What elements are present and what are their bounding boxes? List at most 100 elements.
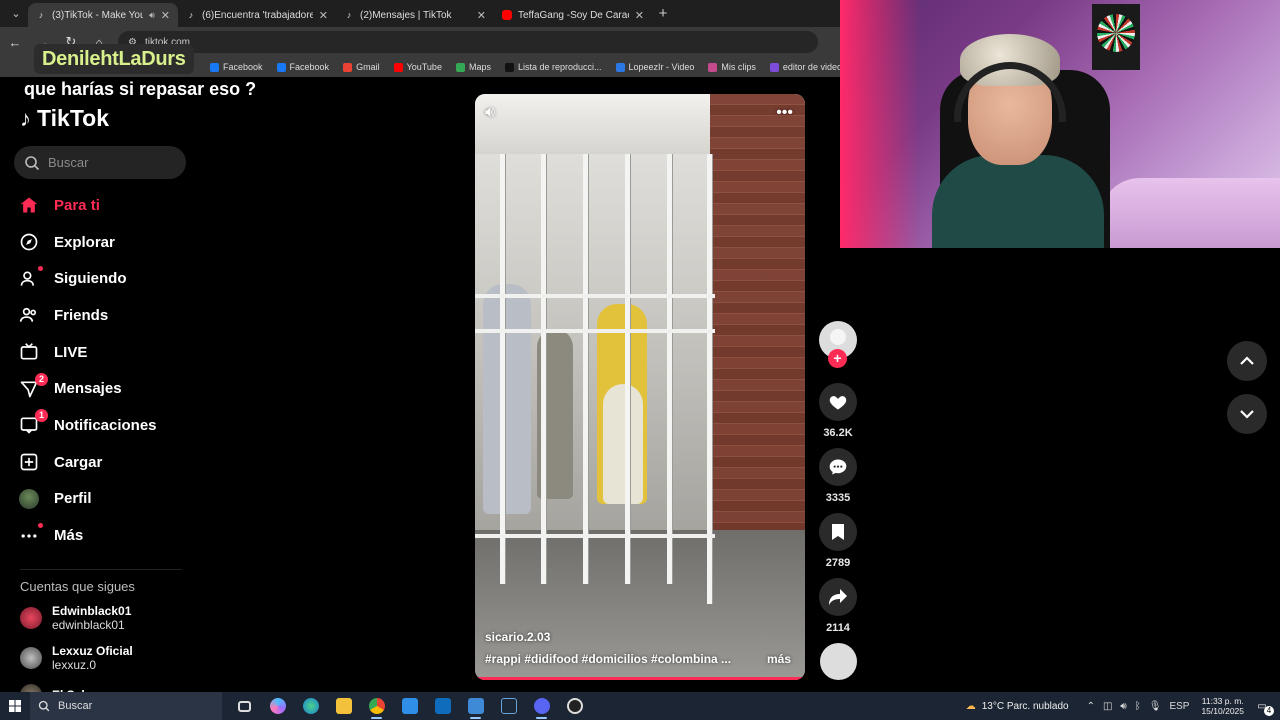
following-handle: lexxuz.0 xyxy=(52,658,97,672)
save-button[interactable] xyxy=(819,513,857,551)
notification-count: 4 xyxy=(1264,706,1274,716)
back-icon[interactable]: ← xyxy=(6,35,24,50)
tab-search-button[interactable]: ⌄ xyxy=(4,4,28,24)
editor-app-icon[interactable] xyxy=(459,692,492,720)
next-video-button[interactable] xyxy=(1227,394,1267,434)
video-progress-bar[interactable] xyxy=(475,677,805,680)
bookmark-label: Gmail xyxy=(356,62,380,72)
like-button[interactable] xyxy=(819,383,857,421)
video-frame xyxy=(541,154,546,584)
volume-icon[interactable]: 🔊︎ xyxy=(485,104,495,122)
sidebar-item-compass[interactable]: Explorar xyxy=(18,224,198,261)
bookmark-item[interactable]: Mis clips xyxy=(708,62,756,72)
weather-widget[interactable]: ☁︎ 13°C Parc. nublado xyxy=(966,701,1069,712)
copilot-icon[interactable] xyxy=(261,692,294,720)
browser-tab-3[interactable]: ♪ (2)Mensajes | TikTok ✕ xyxy=(336,3,494,27)
sidebar-item-home[interactable]: Para ti xyxy=(18,187,198,224)
video-player[interactable]: 🔊︎ ••• sicario.2.03 #rappi #didifood #do… xyxy=(475,94,805,680)
start-button[interactable] xyxy=(0,692,30,720)
sidebar-item-messages[interactable]: 2 Mensajes xyxy=(18,370,198,407)
search-placeholder: Buscar xyxy=(48,155,89,170)
sidebar-item-label: Friends xyxy=(54,306,109,324)
clock[interactable]: 11:33 p. m. 15/10/2025 xyxy=(1201,696,1244,716)
outlook-icon[interactable] xyxy=(426,692,459,720)
video-frame xyxy=(475,534,715,538)
bookmark-item[interactable]: editor de videos onl... xyxy=(769,62,840,72)
video-frame xyxy=(475,294,715,298)
microphone-icon[interactable]: 🎙︎ xyxy=(1149,701,1162,712)
close-tab-icon[interactable]: ✕ xyxy=(477,9,486,22)
chrome-icon[interactable] xyxy=(360,692,393,720)
sidebar-item-notifications[interactable]: 1 Notificaciones xyxy=(18,407,198,444)
search-input[interactable]: Buscar xyxy=(14,146,186,179)
bookmark-item[interactable]: Gmail xyxy=(343,62,380,72)
address-bar[interactable]: ⚙︎ tiktok.com xyxy=(118,31,818,53)
sidebar-item-upload[interactable]: Cargar xyxy=(18,444,198,481)
more-button[interactable]: más xyxy=(767,652,791,666)
close-tab-icon[interactable]: ✕ xyxy=(161,9,170,22)
tab-title: (6)Encuentra 'trabajadores del xyxy=(202,9,313,21)
following-item[interactable]: Lexxuz Oficial lexxuz.0 xyxy=(20,644,133,672)
like-action: 36.2K xyxy=(818,383,858,439)
file-explorer-icon[interactable] xyxy=(327,692,360,720)
sidebar-item-more[interactable]: Más xyxy=(18,517,198,554)
sidebar-item-following[interactable]: Siguiendo xyxy=(18,260,198,297)
browser-tab-2[interactable]: ♪ (6)Encuentra 'trabajadores del ✕ xyxy=(178,3,336,27)
following-item[interactable]: Edwinblack01 edwinblack01 xyxy=(20,604,131,632)
notification-badge: 2 xyxy=(35,372,48,386)
close-tab-icon[interactable]: ✕ xyxy=(635,9,644,22)
edge-icon[interactable] xyxy=(294,692,327,720)
share-button[interactable] xyxy=(819,578,857,616)
bluetooth-icon[interactable]: ᛒ xyxy=(1135,701,1141,712)
volume-icon[interactable]: 🔊︎ xyxy=(1120,701,1126,712)
taskbar-search[interactable]: Buscar xyxy=(30,692,222,720)
sidebar-item-profile[interactable]: Perfil xyxy=(18,481,198,518)
sidebar-item-label: Cargar xyxy=(54,453,103,471)
bookmark-item[interactable]: Maps xyxy=(455,62,491,72)
comment-button[interactable] xyxy=(819,448,857,486)
video-tags[interactable]: #rappi #didifood #domicilios #colombina … xyxy=(485,652,731,666)
notification-center-button[interactable]: ▭ 4 xyxy=(1252,696,1274,716)
follow-plus-button[interactable]: + xyxy=(828,349,847,368)
sidebar-item-live[interactable]: LIVE xyxy=(18,334,198,371)
sidebar-item-label: LIVE xyxy=(54,343,88,361)
webcam-frame xyxy=(840,0,920,248)
video-author[interactable]: sicario.2.03 xyxy=(485,630,550,644)
obs-icon[interactable] xyxy=(558,692,591,720)
bookmark-item[interactable]: YouTube xyxy=(393,62,442,72)
task-view-icon[interactable] xyxy=(228,692,261,720)
share-count: 2114 xyxy=(826,622,850,634)
bookmark-item[interactable]: Facebook xyxy=(210,62,263,72)
bookmark-item[interactable]: Lista de reproducci... xyxy=(504,62,602,72)
gmail-icon xyxy=(343,62,353,72)
heart-icon xyxy=(829,396,847,410)
network-icon[interactable]: ◫ xyxy=(1103,701,1112,712)
steam-icon[interactable] xyxy=(492,692,525,720)
sidebar-item-label: Para ti xyxy=(54,196,100,214)
more-icon xyxy=(18,522,43,547)
close-tab-icon[interactable]: ✕ xyxy=(319,9,328,22)
browser-tab-1[interactable]: ♪ (3)TikTok - Make Your Day 🔊︎ ✕ xyxy=(28,3,178,27)
taskbar-apps xyxy=(228,692,591,720)
weather-text: 13°C Parc. nublado xyxy=(981,700,1069,712)
tiktok-icon: ♪ xyxy=(188,10,194,20)
tab-title: (3)TikTok - Make Your Day xyxy=(52,9,144,21)
clips-icon xyxy=(708,62,718,72)
chevron-up-icon[interactable]: ⌃ xyxy=(1087,701,1095,712)
sidebar-item-label: Mensajes xyxy=(54,380,122,398)
discord-icon[interactable] xyxy=(525,692,558,720)
music-disc[interactable] xyxy=(820,643,857,680)
sidebar-item-friends[interactable]: Friends xyxy=(18,297,198,334)
tiktok-logo[interactable]: ♪ TikTok xyxy=(20,105,109,132)
more-options-icon[interactable]: ••• xyxy=(776,104,793,122)
sidebar-item-label: Notificaciones xyxy=(54,416,157,434)
sidebar-item-label: Perfil xyxy=(54,490,92,508)
browser-tab-4[interactable]: TeffaGang -Soy De Caracas Ven ✕ xyxy=(494,3,652,27)
language-indicator[interactable]: ESP xyxy=(1169,701,1189,712)
bookmark-item[interactable]: LopeezIr - Video xyxy=(615,62,694,72)
new-tab-button[interactable]: + xyxy=(652,5,674,22)
store-icon[interactable] xyxy=(393,692,426,720)
previous-video-button[interactable] xyxy=(1227,341,1267,381)
bookmark-item[interactable]: Facebook xyxy=(276,62,329,72)
speaker-icon[interactable]: 🔊︎ xyxy=(149,10,155,21)
